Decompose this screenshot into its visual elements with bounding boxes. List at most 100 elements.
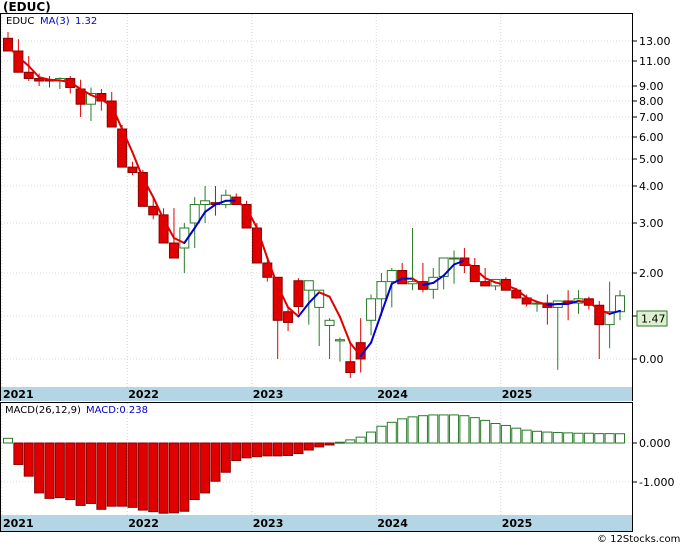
macd-bar-negative	[283, 442, 294, 456]
macd-legend-label: MACD(26,12,9)	[5, 405, 81, 416]
macd-bar-positive	[334, 441, 345, 444]
candle-up	[366, 298, 377, 321]
macd-bar-negative	[262, 442, 273, 457]
macd-bar-positive	[511, 427, 522, 444]
macd-bar-negative	[251, 442, 262, 458]
candle-up	[449, 257, 460, 260]
candle-down	[127, 166, 138, 174]
macd-bar-negative	[117, 442, 128, 507]
macd-year-label: 2025	[502, 517, 533, 530]
chart-canvas: (EDUC) EDUC MA(3) 1.32 2021 2022 2023 2024 2…	[0, 0, 680, 546]
macd-bar-positive	[345, 439, 356, 444]
macd-bar-positive	[573, 432, 584, 444]
candle-up	[303, 280, 314, 291]
candle-up	[615, 295, 625, 313]
last-price-badge-text: 1.47	[641, 313, 666, 326]
macd-bar-positive	[459, 415, 470, 444]
price-legend-symbol: EDUC	[6, 16, 34, 27]
macd-bar-negative	[65, 442, 76, 501]
macd-y-tick-label: -1.000	[639, 476, 674, 489]
ma-line-segment	[546, 302, 559, 306]
macd-year-label: 2023	[253, 517, 284, 530]
candle-down	[345, 361, 356, 374]
macd-bar-positive	[397, 418, 408, 444]
macd-bar-positive	[521, 429, 532, 444]
macd-bar-positive	[583, 432, 594, 444]
macd-bar-negative	[137, 442, 148, 511]
macd-bar-negative	[293, 442, 304, 455]
macd-year-label: 2021	[3, 517, 34, 530]
macd-bar-positive	[3, 437, 13, 444]
price-y-tick-label: 0.00	[639, 353, 664, 366]
macd-xaxis-band	[1, 515, 632, 531]
candle-up	[189, 204, 200, 224]
price-year-label: 2021	[3, 388, 34, 401]
macd-bar-negative	[231, 442, 242, 462]
macd-bar-negative	[13, 442, 24, 465]
price-y-tick-label: 11.00	[639, 55, 671, 68]
macd-bar-negative	[241, 442, 252, 459]
macd-bar-positive	[563, 432, 574, 444]
ma-line-segment	[48, 78, 61, 82]
macd-bar-negative	[34, 442, 45, 494]
macd-bar-positive	[469, 417, 480, 444]
candle-down	[168, 242, 179, 259]
macd-bar-positive	[542, 431, 553, 444]
macd-bar-positive	[376, 425, 387, 444]
macd-year-label: 2024	[377, 517, 408, 530]
candle-down	[293, 280, 304, 308]
macd-bar-positive	[594, 433, 605, 444]
macd-bar-negative	[303, 442, 314, 451]
price-y-tick-label: 4.00	[639, 180, 664, 193]
macd-bar-positive	[604, 433, 615, 444]
macd-bar-positive	[490, 423, 501, 444]
macd-bar-negative	[210, 442, 221, 482]
macd-bar-positive	[366, 431, 377, 444]
macd-bar-positive	[552, 431, 563, 444]
candle-up	[386, 270, 397, 283]
chart-title: (EDUC)	[3, 0, 51, 14]
price-year-label: 2022	[128, 388, 159, 401]
candle-down	[251, 227, 262, 264]
macd-bar-positive	[615, 433, 625, 444]
macd-bar-negative	[200, 442, 211, 494]
macd-bar-negative	[168, 442, 179, 514]
macd-bar-negative	[106, 442, 117, 507]
macd-bar-positive	[417, 415, 428, 444]
candle-up	[324, 319, 335, 326]
macd-y-tick-label: 0.000	[639, 437, 671, 450]
macd-bar-negative	[23, 442, 34, 477]
macd-bar-negative	[179, 442, 190, 512]
price-y-tick-label: 13.00	[639, 35, 671, 48]
macd-bar-positive	[449, 414, 460, 444]
macd-bar-positive	[386, 421, 397, 444]
macd-legend-value: MACD:0.238	[86, 405, 148, 416]
ma-line-segment	[577, 299, 590, 304]
price-y-tick-label: 6.00	[639, 131, 664, 144]
price-year-label: 2024	[377, 388, 408, 401]
macd-bar-negative	[54, 442, 65, 499]
candle-up	[334, 339, 345, 342]
macd-bar-negative	[189, 442, 200, 501]
price-xaxis-band	[1, 387, 632, 401]
macd-bar-negative	[85, 442, 96, 504]
candle-up	[200, 200, 211, 206]
candle-down	[397, 270, 408, 285]
macd-bar-positive	[500, 424, 511, 444]
price-legend-ma-value: 1.32	[75, 16, 97, 27]
macd-bar-negative	[158, 442, 169, 514]
macd-bar-negative	[127, 442, 138, 508]
price-y-tick-label: 5.00	[639, 153, 664, 166]
candle-up	[376, 281, 387, 300]
price-year-label: 2025	[502, 388, 533, 401]
candle-down	[148, 205, 159, 216]
price-y-tick-label: 8.00	[639, 95, 664, 108]
price-year-label: 2023	[253, 388, 284, 401]
candle-up	[407, 281, 418, 285]
macd-bar-positive	[532, 430, 543, 444]
macd-bar-negative	[324, 442, 335, 446]
price-y-tick-label: 7.00	[639, 111, 664, 124]
macd-bar-negative	[314, 442, 325, 448]
macd-bar-positive	[407, 416, 418, 444]
macd-bar-negative	[75, 442, 86, 506]
